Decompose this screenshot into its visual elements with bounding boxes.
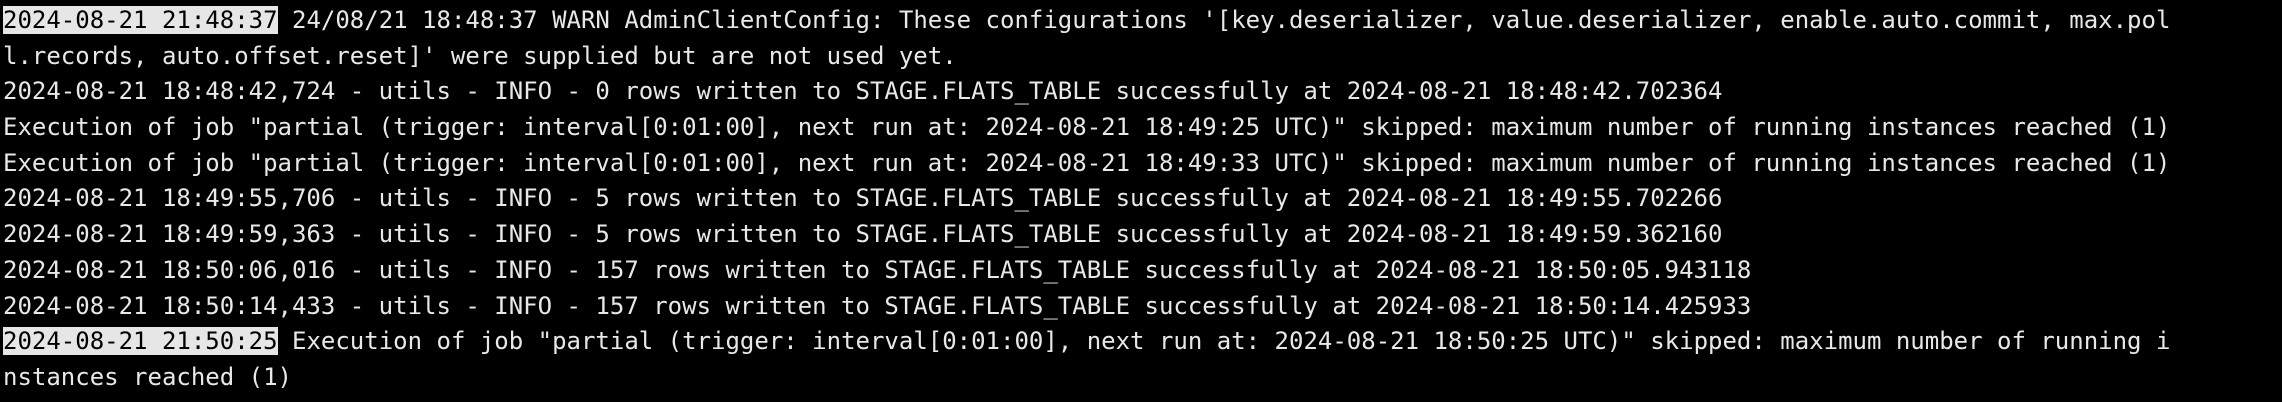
log-text: Execution of job "partial (trigger: inte… bbox=[277, 327, 2171, 356]
log-line: 2024-08-21 18:48:42,724 - utils - INFO -… bbox=[3, 74, 2282, 110]
log-text: 2024-08-21 18:50:06,016 - utils - INFO -… bbox=[3, 255, 1752, 284]
log-text: 2024-08-21 18:49:55,706 - utils - INFO -… bbox=[3, 184, 1723, 213]
log-line: l.records, auto.offset.reset]' were supp… bbox=[3, 39, 2282, 75]
log-text: nstances reached (1) bbox=[3, 362, 292, 391]
log-text: Execution of job "partial (trigger: inte… bbox=[3, 148, 2171, 177]
log-line: Execution of job "partial (trigger: inte… bbox=[3, 146, 2282, 182]
log-text: 24/08/21 18:48:37 WARN AdminClientConfig… bbox=[277, 6, 2171, 34]
log-line: 2024-08-21 21:50:25 Execution of job "pa… bbox=[3, 324, 2282, 360]
log-text: 2024-08-21 18:49:59,363 - utils - INFO -… bbox=[3, 220, 1723, 249]
log-text: l.records, auto.offset.reset]' were supp… bbox=[3, 41, 957, 70]
log-text: Execution of job "partial (trigger: inte… bbox=[3, 113, 2171, 142]
log-line: Execution of job "partial (trigger: inte… bbox=[3, 110, 2282, 146]
terminal-output[interactable]: 2024-08-21 21:48:37 24/08/21 18:48:37 WA… bbox=[0, 0, 2282, 402]
log-text: 2024-08-21 18:48:42,724 - utils - INFO -… bbox=[3, 77, 1723, 106]
log-line: 2024-08-21 21:48:37 24/08/21 18:48:37 WA… bbox=[3, 3, 2282, 39]
timestamp-badge: 2024-08-21 21:50:25 bbox=[3, 327, 278, 356]
log-text: 2024-08-21 18:50:14,433 - utils - INFO -… bbox=[3, 291, 1752, 320]
log-line: 2024-08-21 18:50:06,016 - utils - INFO -… bbox=[3, 253, 2282, 289]
log-line: 2024-08-21 18:49:55,706 - utils - INFO -… bbox=[3, 181, 2282, 217]
log-line: 2024-08-21 18:49:59,363 - utils - INFO -… bbox=[3, 217, 2282, 253]
log-line: 2024-08-21 18:50:14,433 - utils - INFO -… bbox=[3, 289, 2282, 325]
log-line: nstances reached (1) bbox=[3, 360, 2282, 396]
timestamp-badge: 2024-08-21 21:48:37 bbox=[3, 6, 278, 34]
